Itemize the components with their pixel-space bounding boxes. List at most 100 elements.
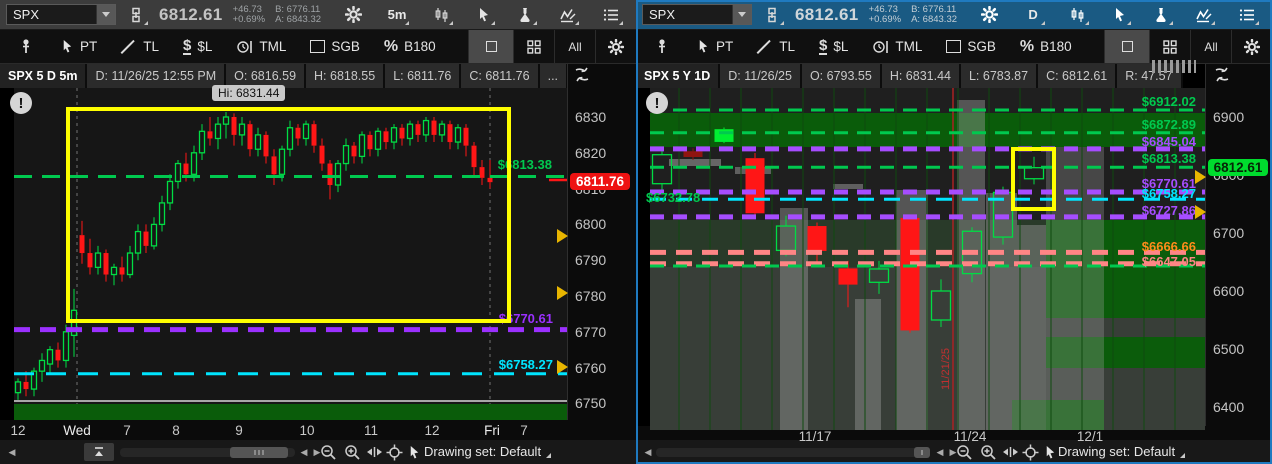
x-axis-label: 7	[496, 423, 552, 438]
scrollbar-thumb[interactable]	[230, 447, 288, 458]
gear-icon[interactable]	[343, 5, 363, 25]
x-axis-label: 11	[343, 423, 399, 438]
cursor-tool-icon[interactable]	[473, 5, 493, 25]
patterns-icon[interactable]	[1193, 5, 1213, 25]
pin-icon[interactable]	[652, 37, 672, 57]
drawing-rectangle[interactable]	[1011, 147, 1056, 211]
pointer-mode-icon[interactable]	[1040, 442, 1060, 462]
symbol-input[interactable]: SPX	[642, 4, 752, 25]
jump-to-end-button[interactable]	[84, 443, 114, 461]
scrollbar-track[interactable]	[656, 448, 930, 457]
tool-tml[interactable]: TML	[236, 39, 286, 55]
change-block: +46.73 +0.69%	[233, 5, 266, 25]
y-axis-tick: 6760	[575, 360, 606, 376]
tool-b180[interactable]: % B180	[1020, 38, 1072, 56]
tool-sl[interactable]: $ $L	[183, 38, 212, 55]
single-chart-button[interactable]	[1104, 30, 1149, 63]
left-chart-header: SPX 5 D 5m D: 11/26/25 12:55 PM O: 6816.…	[0, 64, 567, 88]
alert-arrow-icon	[557, 286, 568, 300]
tool-pt[interactable]: PT	[696, 39, 733, 54]
change-value: +46.73	[869, 5, 902, 15]
drawing-set-selector[interactable]: Drawing set: Default	[424, 444, 541, 459]
chart-type-icon[interactable]	[431, 5, 451, 25]
right-chart-header: SPX 5 Y 1D D: 11/26/25 O: 6793.55 H: 683…	[636, 64, 1205, 88]
link-icon[interactable]	[762, 5, 782, 25]
y-axis-tick: 6800	[575, 216, 606, 232]
drawing-set-selector[interactable]: Drawing set: Default	[1058, 444, 1175, 459]
timeframe-selector[interactable]: 5m	[387, 5, 407, 25]
chart-settings-button[interactable]	[595, 30, 636, 63]
chart-settings-button[interactable]	[1231, 30, 1272, 63]
zoom-in-icon[interactable]	[342, 442, 362, 462]
tool-tml-label: TML	[259, 39, 286, 54]
menu-list-icon[interactable]	[601, 5, 621, 25]
symbol-input[interactable]: SPX	[6, 4, 116, 25]
left-panel-buttons: All	[468, 30, 636, 63]
symbol-dropdown-button[interactable]	[732, 5, 751, 24]
pointer-mode-icon[interactable]	[404, 442, 424, 462]
chart-title: SPX 5 Y 1D	[636, 64, 720, 88]
tool-sgb[interactable]: SGB	[946, 39, 996, 54]
drawing-rectangle[interactable]	[66, 107, 511, 323]
grid-layout-button[interactable]	[1149, 30, 1190, 63]
price-level-label-left: $6732.78	[646, 190, 756, 205]
change-block: +46.73 +0.69%	[869, 5, 902, 25]
tool-b180-label: B180	[1040, 39, 1072, 54]
mini-histogram	[1152, 60, 1196, 73]
scrollbar-thumb[interactable]	[914, 447, 930, 458]
warning-icon[interactable]: !	[646, 92, 668, 114]
zoom-out-icon[interactable]	[318, 442, 338, 462]
studies-flask-icon[interactable]	[515, 5, 535, 25]
tool-sgb-label: SGB	[331, 39, 360, 54]
ohlc-high: H: 6831.44	[882, 64, 961, 88]
gear-icon	[608, 39, 624, 55]
timeframe-selector[interactable]: D	[1023, 5, 1043, 25]
symbol-dropdown-button[interactable]	[96, 5, 115, 24]
scroll-left-icon[interactable]: ◀	[6, 447, 18, 458]
menu-list-icon[interactable]	[1237, 5, 1257, 25]
grid-icon	[527, 40, 541, 54]
scroll-step-left[interactable]: ◀	[298, 447, 310, 458]
axis-restore-icon[interactable]	[1212, 66, 1232, 84]
crosshair-icon[interactable]	[1020, 442, 1040, 462]
gear-icon[interactable]	[979, 5, 999, 25]
change-percent: +0.69%	[233, 15, 266, 25]
rectangle-icon	[310, 40, 325, 53]
single-chart-button[interactable]	[468, 30, 513, 63]
tool-b180[interactable]: % B180	[384, 38, 436, 56]
pin-icon[interactable]	[16, 37, 36, 57]
chart-type-icon[interactable]	[1067, 5, 1087, 25]
header-more[interactable]: ...	[540, 64, 568, 88]
zoom-in-icon[interactable]	[978, 442, 998, 462]
scroll-step-left[interactable]: ◀	[934, 447, 946, 458]
tool-tl-label: TL	[143, 39, 159, 54]
link-icon[interactable]	[126, 5, 146, 25]
scroll-left-icon[interactable]: ◀	[642, 447, 654, 458]
grid-layout-button[interactable]	[513, 30, 554, 63]
tool-tl[interactable]: TL	[121, 39, 159, 55]
studies-flask-icon[interactable]	[1151, 5, 1171, 25]
horizontal-expand-icon[interactable]	[1000, 442, 1020, 462]
gear-icon	[1244, 39, 1260, 55]
y-axis-tick: 6790	[575, 252, 606, 268]
horizontal-expand-icon[interactable]	[364, 442, 384, 462]
ask-value: A: 6843.32	[911, 15, 957, 25]
tool-tl[interactable]: TL	[757, 39, 795, 55]
timeframe-label: D	[1024, 5, 1041, 24]
percent-icon: %	[1020, 38, 1034, 56]
tool-tml[interactable]: TML	[872, 39, 922, 55]
cursor-tool-icon[interactable]	[1109, 5, 1129, 25]
warning-icon[interactable]: !	[10, 92, 32, 114]
all-charts-button[interactable]: All	[554, 30, 595, 63]
change-percent: +0.69%	[869, 15, 902, 25]
crosshair-icon[interactable]	[384, 442, 404, 462]
tool-sgb-label: SGB	[967, 39, 996, 54]
tool-sgb[interactable]: SGB	[310, 39, 360, 54]
all-charts-button[interactable]: All	[1190, 30, 1231, 63]
axis-restore-icon[interactable]	[572, 66, 592, 84]
tool-pt[interactable]: PT	[60, 39, 97, 54]
last-price: 6812.61	[795, 5, 859, 25]
tool-sl[interactable]: $ $L	[819, 38, 848, 55]
patterns-icon[interactable]	[557, 5, 577, 25]
zoom-out-icon[interactable]	[954, 442, 974, 462]
